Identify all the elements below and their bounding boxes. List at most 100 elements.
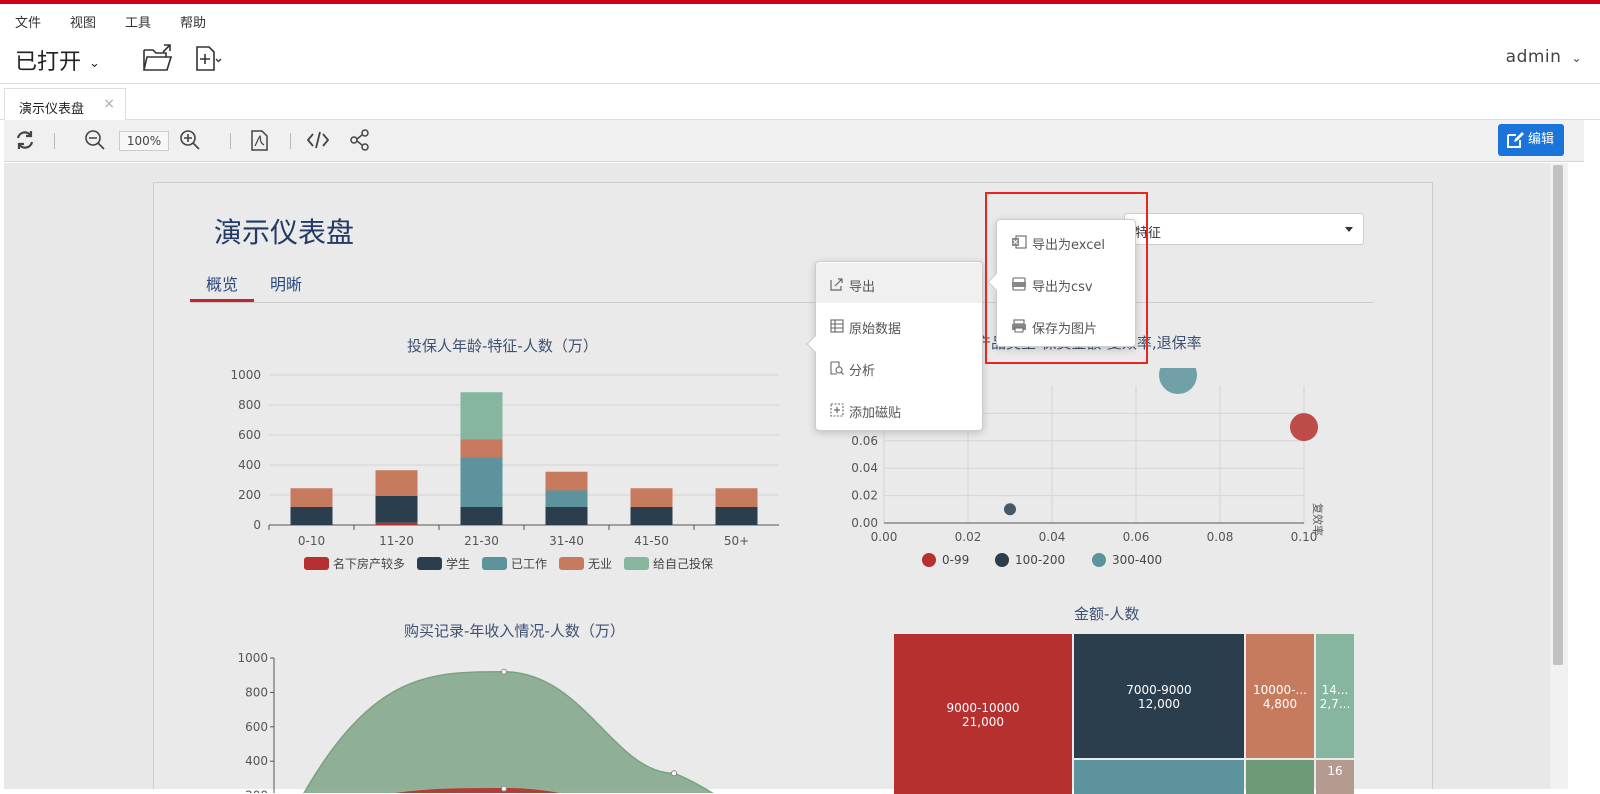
- edit-button[interactable]: 编辑: [1498, 124, 1564, 156]
- x-tick-label: 11-20: [379, 534, 414, 548]
- treemap-value: 21,000: [962, 715, 1004, 729]
- chevron-down-icon: ⌄: [89, 55, 100, 71]
- x-tick-label: 0.02: [955, 530, 982, 544]
- viewer-toolbar: 100% 编辑: [4, 120, 1584, 162]
- edit-label: 编辑: [1528, 132, 1555, 147]
- chart3-title: 购买记录-年收入情况-人数（万）: [404, 622, 625, 640]
- y-tick-label: 0.02: [851, 489, 878, 503]
- menu-view[interactable]: 视图: [70, 12, 96, 31]
- pdf-export-icon[interactable]: [248, 129, 270, 151]
- bar-segment: [460, 392, 503, 440]
- legend-label: 无业: [588, 557, 612, 571]
- y-tick-label: 0: [253, 518, 261, 532]
- x-tick-label: 21-30: [464, 534, 499, 548]
- scatter-point: [1004, 503, 1016, 516]
- export-excel[interactable]: 导出为excel: [997, 221, 1135, 261]
- zoom-out-icon[interactable]: [84, 129, 106, 151]
- menu-help[interactable]: 帮助: [180, 12, 206, 31]
- dashboard-title: 演示仪表盘: [214, 216, 355, 249]
- bar-segment: [715, 488, 758, 507]
- y-axis-label: 复效率: [1311, 503, 1325, 536]
- bar-segment: [290, 507, 333, 525]
- legend-swatch: [304, 557, 329, 570]
- table-icon: [830, 319, 844, 333]
- y-tick-label: 400: [245, 754, 268, 768]
- bar-segment: [375, 495, 418, 523]
- menu-export-label: 导出: [849, 280, 876, 295]
- dashboard-page: 演示仪表盘 概览 明晰 特征 投保人年龄-特征-人数（万） 0 200 400 600…: [153, 182, 1433, 794]
- x-tick-label: 31-40: [549, 534, 584, 548]
- user-name: admin: [1505, 47, 1562, 67]
- legend-label: 名下房产较多: [333, 556, 405, 571]
- menu-bar: 文件 视图 工具 帮助: [0, 4, 1600, 34]
- menu-file[interactable]: 文件: [15, 12, 41, 31]
- legend-swatch: [1092, 553, 1106, 567]
- vertical-scrollbar[interactable]: [1550, 163, 1568, 789]
- x-tick-label: 50+: [724, 534, 749, 548]
- export-icon: [830, 278, 843, 291]
- menu-raw-data[interactable]: 原始数据: [816, 305, 982, 345]
- treemap-label: 16: [1327, 764, 1342, 778]
- feature-select[interactable]: 特征: [1124, 213, 1364, 245]
- tab-overview[interactable]: 概览: [190, 271, 254, 302]
- edit-icon: [1507, 132, 1524, 148]
- save-image[interactable]: 保存为图片: [997, 305, 1135, 345]
- legend-label: 100-200: [1015, 553, 1065, 567]
- treemap-value: 12,000: [1138, 697, 1180, 711]
- age-feature-bar-chart: 0 200 400 600 800 1000 0-10 11-20 21-30 31-40 41-5…: [230, 368, 779, 571]
- menu-export[interactable]: 导出: [816, 263, 982, 303]
- data-point: [501, 668, 507, 675]
- code-icon[interactable]: [306, 129, 330, 151]
- dashboard-tabs: 概览 明晰: [190, 271, 1374, 303]
- legend-swatch: [995, 553, 1009, 567]
- opened-label: 已打开: [15, 50, 82, 75]
- legend-swatch: [922, 553, 936, 567]
- feature-select-value: 特征: [1135, 226, 1162, 241]
- y-tick-label: 1000: [230, 368, 261, 382]
- user-menu[interactable]: admin ⌄: [1506, 47, 1582, 67]
- menu-add-tile-label: 添加磁贴: [849, 406, 902, 421]
- y-tick-label: 200: [238, 488, 261, 502]
- bar-segment: [460, 507, 503, 525]
- legend-label: 已工作: [511, 557, 547, 571]
- menu-add-tile[interactable]: 添加磁贴: [816, 389, 982, 429]
- chevron-down-icon: ⌄: [1571, 51, 1582, 65]
- treemap-label: 10000-...: [1253, 683, 1307, 697]
- legend-label: 学生: [446, 556, 470, 571]
- document-tabs: 演示仪表盘 ×: [0, 84, 1600, 121]
- x-tick-label: 0-10: [298, 534, 325, 548]
- tab-demo-dashboard[interactable]: 演示仪表盘 ×: [4, 88, 126, 121]
- zoom-level-input[interactable]: 100%: [119, 131, 169, 151]
- x-tick-label: 0.08: [1207, 530, 1234, 544]
- y-tick-label: 400: [238, 458, 261, 472]
- share-icon[interactable]: [349, 129, 371, 151]
- bar-segment: [460, 457, 503, 507]
- close-icon[interactable]: ×: [103, 96, 115, 112]
- caret-down-icon: [1345, 227, 1353, 232]
- menu-tools[interactable]: 工具: [125, 12, 151, 31]
- analyze-icon: [830, 361, 844, 375]
- chart4-title: 金额-人数: [1074, 605, 1140, 623]
- y-tick-label: 600: [245, 720, 268, 734]
- y-tick-label: 0.00: [851, 516, 878, 530]
- image-icon: [1012, 319, 1026, 333]
- save-image-label: 保存为图片: [1032, 322, 1098, 337]
- new-file-icon[interactable]: [192, 42, 226, 76]
- y-tick-label: 600: [238, 428, 261, 442]
- bar-segment: [290, 488, 333, 507]
- zoom-in-icon[interactable]: [179, 129, 201, 151]
- tab-details[interactable]: 明晰: [270, 271, 302, 302]
- open-folder-icon[interactable]: [140, 42, 174, 76]
- x-tick-label: 0.00: [871, 530, 898, 544]
- bar-segment: [375, 470, 418, 496]
- export-submenu: 导出为excel 导出为csv 保存为图片: [987, 219, 1136, 347]
- scrollbar-thumb[interactable]: [1553, 165, 1563, 665]
- refresh-icon[interactable]: [14, 129, 36, 151]
- menu-analyze[interactable]: 分析: [816, 347, 982, 387]
- scatter-point: [1290, 413, 1318, 442]
- export-csv[interactable]: 导出为csv: [997, 263, 1135, 303]
- tab-label: 演示仪表盘: [19, 102, 85, 117]
- y-tick-label: 800: [238, 398, 261, 412]
- opened-dropdown[interactable]: 已打开 ⌄: [15, 44, 100, 76]
- x-tick-label: 0.04: [1039, 530, 1066, 544]
